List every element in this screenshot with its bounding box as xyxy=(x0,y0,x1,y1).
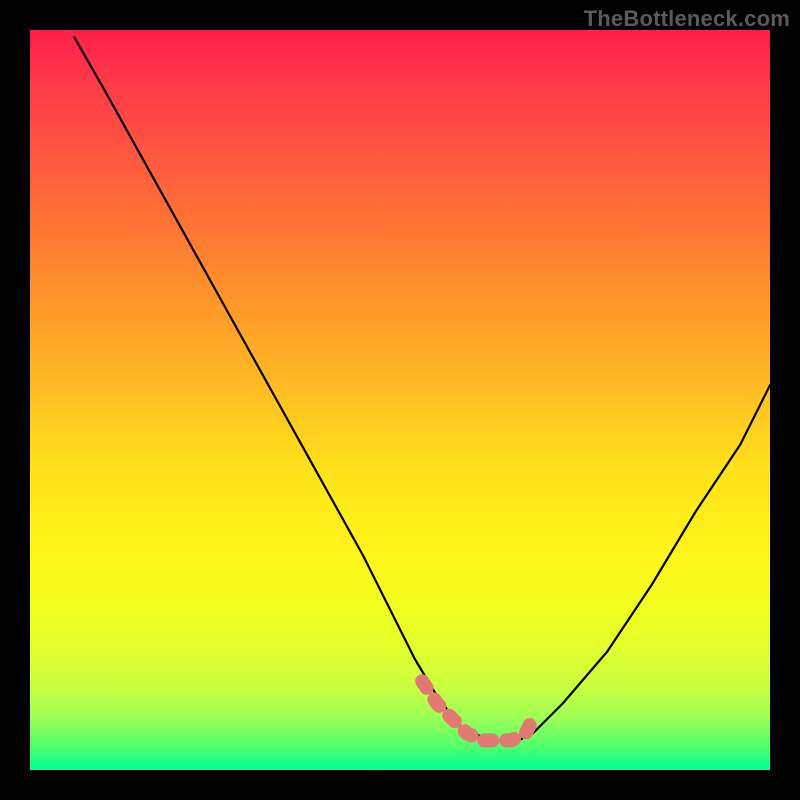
minimum-plateau-highlight xyxy=(422,681,533,740)
bottleneck-curve xyxy=(74,37,770,740)
chart-plot-area xyxy=(30,30,770,770)
chart-svg xyxy=(30,30,770,770)
watermark-text: TheBottleneck.com xyxy=(584,6,790,32)
chart-container: TheBottleneck.com xyxy=(0,0,800,800)
